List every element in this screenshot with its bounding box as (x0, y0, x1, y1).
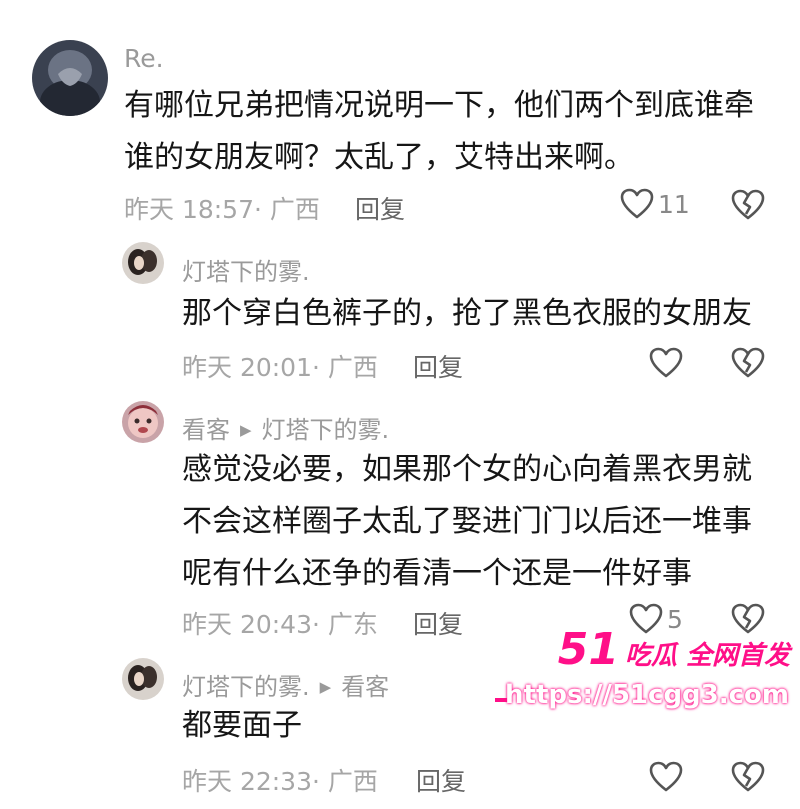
reply-button[interactable]: 回复 (416, 762, 466, 798)
avatar[interactable] (122, 658, 164, 700)
like-button[interactable] (649, 761, 683, 793)
comment-text-line: 谁的女朋友啊？太乱了，艾特出来啊。 (124, 140, 634, 175)
dislike-button[interactable] (731, 761, 765, 797)
heart-icon (620, 188, 654, 219)
reply-to-username[interactable]: 看客 (341, 673, 389, 701)
reply-thread-header: 看客 ▶ 灯塔下的雾. (182, 410, 389, 445)
watermark-tagline: 吃瓜 全网首发 (624, 641, 790, 671)
comment-text-line: 感觉没必要，如果那个女的心向着黑衣男就 (182, 452, 752, 487)
like-button[interactable] (649, 347, 683, 379)
comment-text-line: 不会这样圈子太乱了娶进门门以后还一堆事 (182, 504, 752, 539)
comment-text-line: 都要面子 (182, 708, 302, 743)
play-arrow-icon: ▶ (240, 421, 252, 439)
comment-time: 昨天 20:43· 广东 (182, 610, 378, 639)
comment-time: 昨天 20:01· 广西 (182, 353, 378, 382)
like-button[interactable]: 11 (620, 188, 690, 220)
dislike-button[interactable] (731, 189, 765, 225)
comment-text-line: 那个穿白色裤子的，抢了黑色衣服的女朋友 (182, 296, 752, 331)
broken-heart-icon (731, 347, 765, 378)
broken-heart-icon (731, 761, 765, 792)
reply-button[interactable]: 回复 (413, 605, 463, 641)
comment-text-line: 呢有什么还争的看清一个还是一件好事 (182, 556, 692, 591)
comment-time: 昨天 22:33· 广西 (182, 767, 378, 796)
reply-thread-header: 灯塔下的雾. ▶ 看客 (182, 667, 389, 702)
watermark-number: 51 (557, 624, 619, 675)
heart-icon (649, 761, 683, 792)
like-count: 11 (658, 189, 690, 219)
play-arrow-icon: ▶ (319, 678, 332, 696)
reply-button[interactable]: 回复 (355, 190, 405, 226)
broken-heart-icon (731, 189, 765, 220)
username[interactable]: 灯塔下的雾. (182, 252, 310, 287)
dislike-button[interactable] (731, 347, 765, 383)
username[interactable]: Re. (124, 44, 164, 73)
reply-button[interactable]: 回复 (413, 348, 463, 384)
avatar[interactable] (122, 242, 164, 284)
reply-to-username[interactable]: 灯塔下的雾. (262, 416, 390, 444)
watermark: 51 吃瓜 全网首发 https://51cgg3.com (495, 620, 800, 728)
watermark-url: https://51cgg3.com (505, 680, 789, 710)
comment-text: 感觉没必要，如果那个女的心向着黑衣男就 不会这样圈子太乱了娶进门门以后还一堆事 … (182, 444, 752, 600)
comment-time: 昨天 18:57· 广西 (124, 195, 320, 224)
username[interactable]: 灯塔下的雾. (182, 673, 310, 701)
comment-text-line: 有哪位兄弟把情况说明一下，他们两个到底谁牵 (124, 88, 754, 123)
heart-icon (649, 347, 683, 378)
comment-text: 都要面子 (182, 700, 302, 752)
comment-text: 有哪位兄弟把情况说明一下，他们两个到底谁牵 谁的女朋友啊？太乱了，艾特出来啊。 (124, 80, 754, 184)
avatar[interactable] (122, 401, 164, 443)
comment-text: 那个穿白色裤子的，抢了黑色衣服的女朋友 (182, 288, 752, 340)
watermark-logo: 51 吃瓜 全网首发 (558, 624, 790, 675)
avatar[interactable] (32, 40, 108, 116)
username[interactable]: 看客 (182, 416, 230, 444)
